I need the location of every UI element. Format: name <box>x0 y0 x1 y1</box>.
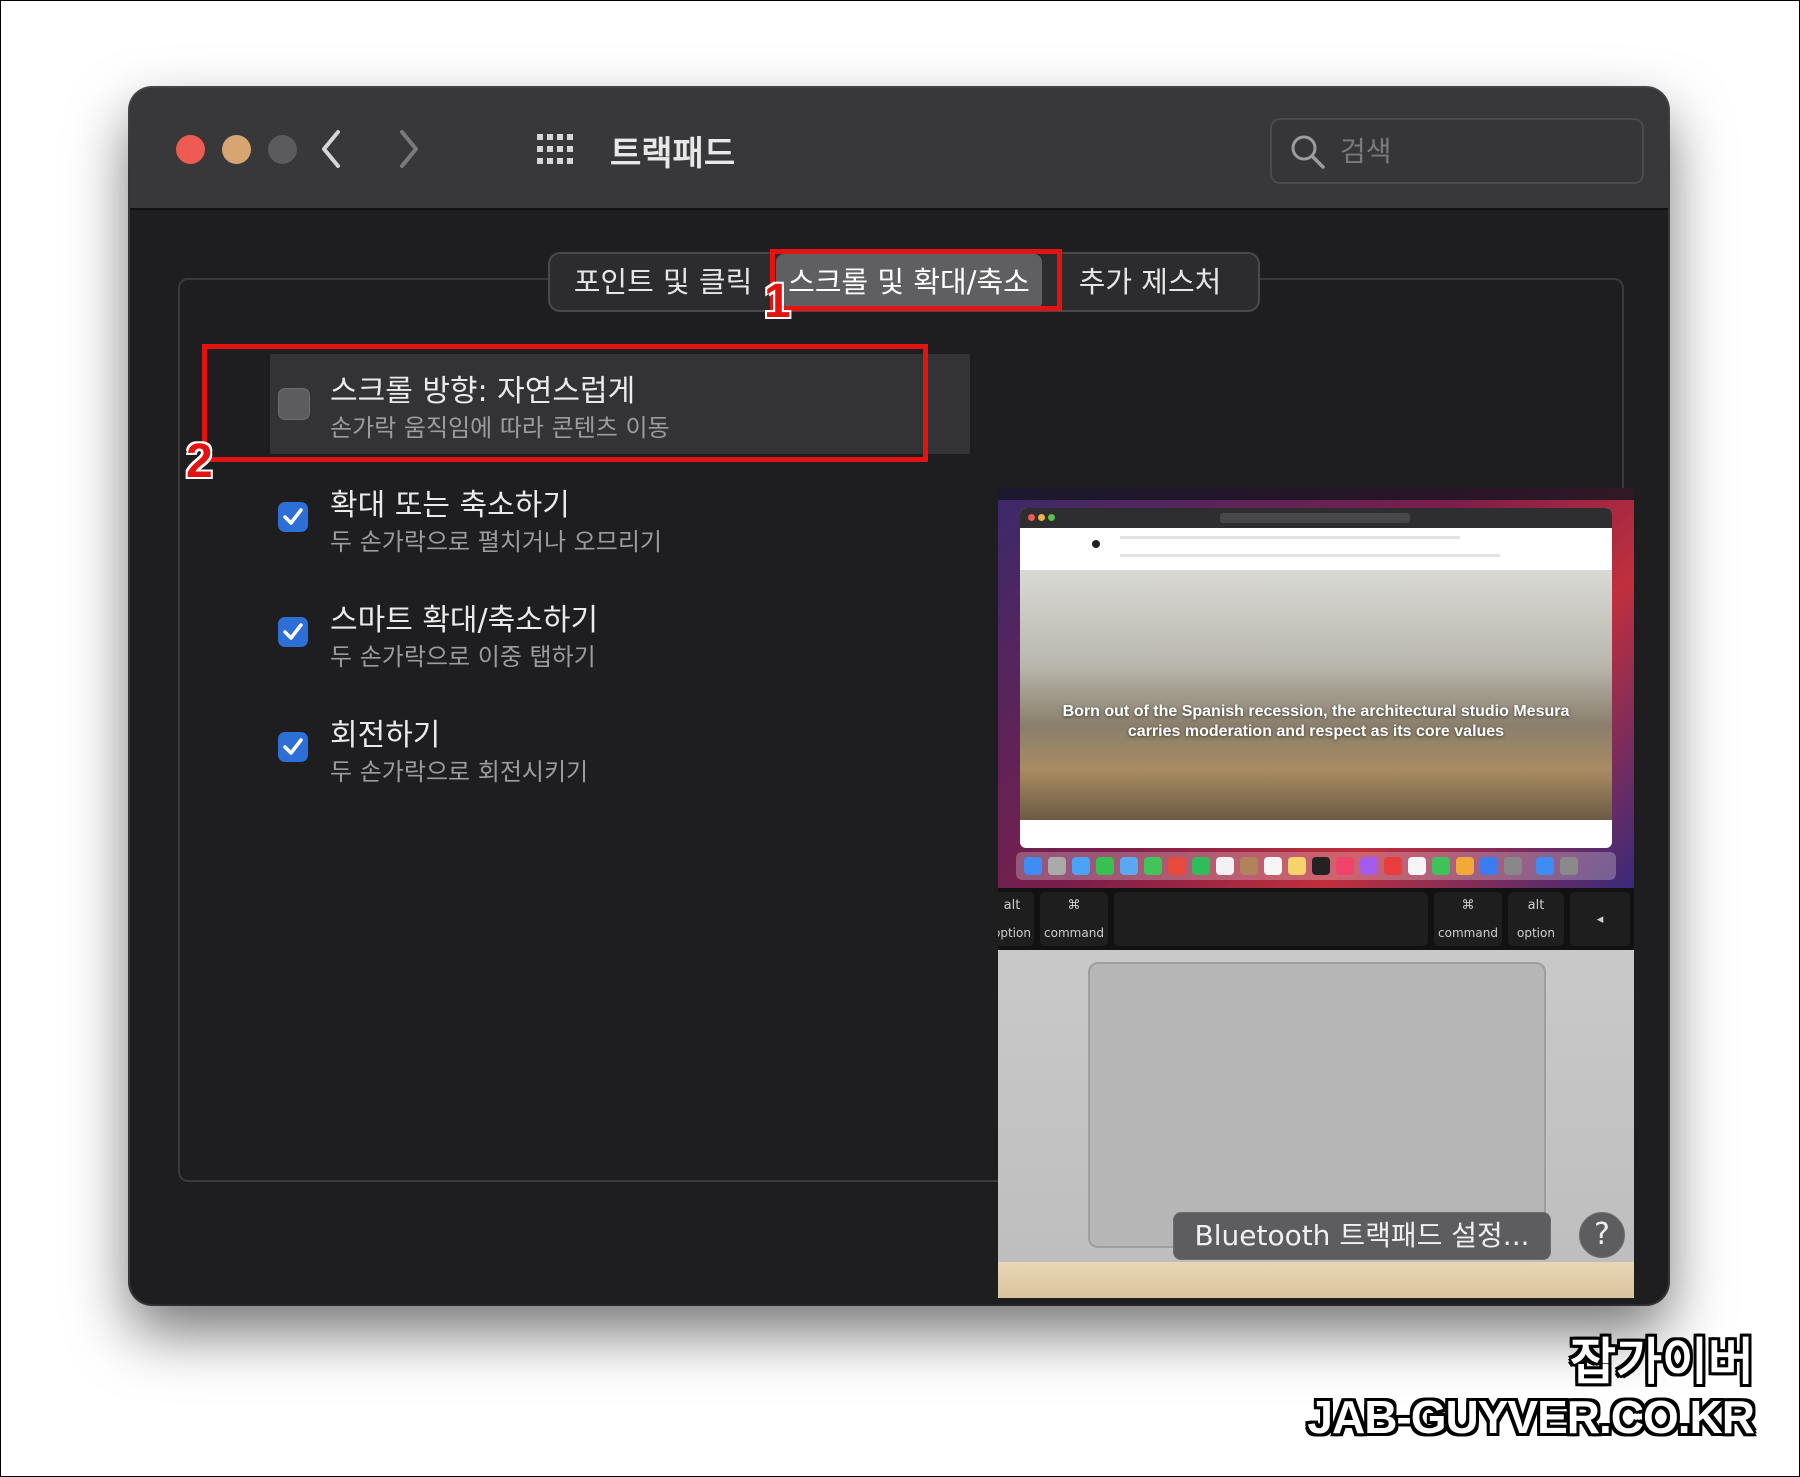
tab-point-and-click[interactable]: 포인트 및 클릭 <box>550 254 776 310</box>
option-natural-scroll[interactable]: 스크롤 방향: 자연스럽게 손가락 움직임에 따라 콘텐츠 이동 <box>270 354 970 454</box>
preview-headline: Born out of the Spanish recession, the a… <box>1062 703 1570 740</box>
key-arrow-left: ◂ <box>1570 892 1630 946</box>
system-preferences-window: 트랙패드 스크롤 방향: 자연스럽게 손가락 움직임에 따라 콘텐츠 이동 확대… <box>130 88 1668 1304</box>
tab-scroll-and-zoom[interactable]: 스크롤 및 확대/축소 <box>776 254 1042 310</box>
rotate-checkbox[interactable] <box>278 732 308 762</box>
bluetooth-trackpad-setup-button[interactable]: Bluetooth 트랙패드 설정... <box>1173 1212 1551 1260</box>
checkmark-icon <box>283 623 303 640</box>
keyboard-image: altoption ⌘command ⌘command altoption ◂ <box>998 888 1634 950</box>
show-all-grid-icon[interactable] <box>535 132 579 168</box>
option-title: 스마트 확대/축소하기 <box>330 603 599 638</box>
desk-surface <box>998 1262 1634 1298</box>
option-subtitle: 두 손가락으로 이중 탭하기 <box>330 643 596 671</box>
option-title: 스크롤 방향: 자연스럽게 <box>330 374 636 409</box>
key-right-command: ⌘ command <box>1434 892 1502 946</box>
natural-scroll-checkbox[interactable] <box>278 388 310 420</box>
dock <box>1016 852 1616 880</box>
watermark-url: JAB-GUYVER.CO.KR <box>1307 1391 1755 1443</box>
option-rotate[interactable]: 회전하기 두 손가락으로 회전시키기 <box>270 698 970 798</box>
option-smart-zoom[interactable]: 스마트 확대/축소하기 두 손가락으로 이중 탭하기 <box>270 583 970 683</box>
key-left-command: ⌘ command <box>1040 892 1108 946</box>
option-subtitle: 손가락 움직임에 따라 콘텐츠 이동 <box>330 414 670 442</box>
smart-zoom-checkbox[interactable] <box>278 617 308 647</box>
option-title: 회전하기 <box>330 718 441 753</box>
checkmark-icon <box>283 738 303 755</box>
tab-more-gestures[interactable]: 추가 제스처 <box>1042 254 1258 310</box>
annotation-marker-1: 1 <box>764 275 791 328</box>
browser-window: Born out of the Spanish recession, the a… <box>1020 508 1612 848</box>
zoom-button[interactable] <box>268 135 297 164</box>
search-icon <box>1291 135 1325 169</box>
key-right-option: alt option <box>1508 892 1564 946</box>
chevron-right-icon <box>400 130 418 168</box>
key-space <box>1114 892 1428 946</box>
zoom-in-out-checkbox[interactable] <box>278 502 308 532</box>
mac-menu-bar <box>998 488 1634 500</box>
checkmark-icon <box>283 508 303 525</box>
trackpad-image <box>1088 962 1546 1248</box>
search-input[interactable] <box>1338 130 1632 172</box>
close-button[interactable] <box>176 135 205 164</box>
chevron-left-icon <box>322 130 340 168</box>
tab-bar: 포인트 및 클릭 스크롤 및 확대/축소 추가 제스처 <box>548 252 1260 312</box>
window-title: 트랙패드 <box>610 134 736 174</box>
search-field[interactable] <box>1270 118 1644 184</box>
key-left-option: altoption <box>998 892 1034 946</box>
forward-button[interactable] <box>388 126 428 172</box>
annotation-marker-2: 2 <box>186 435 213 488</box>
content-panel: 스크롤 방향: 자연스럽게 손가락 움직임에 따라 콘텐츠 이동 확대 또는 축… <box>178 278 1634 1298</box>
title-bar: 트랙패드 <box>130 88 1668 210</box>
help-button[interactable]: ? <box>1579 1212 1625 1258</box>
office-photo: Born out of the Spanish recession, the a… <box>1020 570 1612 820</box>
back-button[interactable] <box>312 126 352 172</box>
watermark-korean: 잡가이버 <box>1570 1334 1754 1390</box>
browser-toolbar <box>1020 508 1612 528</box>
gesture-preview-video: Born out of the Spanish recession, the a… <box>998 488 1634 1298</box>
website-nav <box>1020 528 1612 571</box>
option-zoom-in-out[interactable]: 확대 또는 축소하기 두 손가락으로 펼치거나 오므리기 <box>270 468 970 568</box>
minimize-button[interactable] <box>222 135 251 164</box>
option-title: 확대 또는 축소하기 <box>330 488 570 523</box>
option-subtitle: 두 손가락으로 펼치거나 오므리기 <box>330 528 663 556</box>
option-subtitle: 두 손가락으로 회전시키기 <box>330 758 589 786</box>
